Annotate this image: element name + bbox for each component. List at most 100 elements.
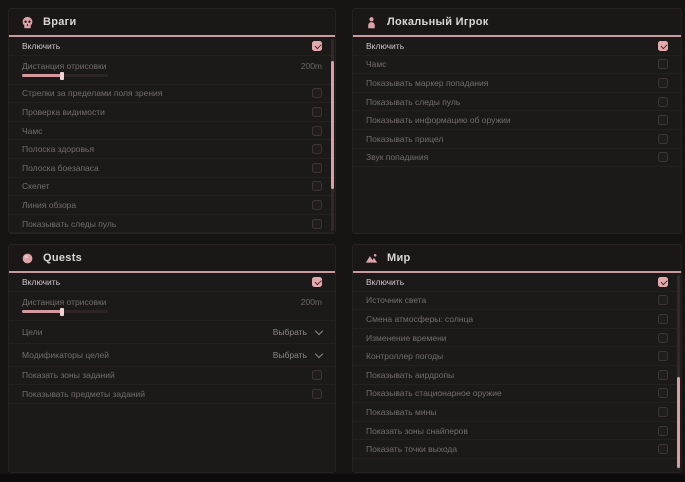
toggle-row[interactable]: Полоска здоровья (9, 140, 335, 159)
toggle-row[interactable]: Скелет (9, 178, 335, 197)
toggle-row[interactable]: Включить (9, 37, 335, 56)
panel-world: Мир Включить Источник света Смена атмосф… (352, 244, 682, 473)
toggle-row[interactable]: Показывать стационарное оружие (353, 385, 681, 404)
toggle-row[interactable]: Проверка видимости (9, 103, 335, 122)
toggle-row[interactable]: Включить (9, 273, 335, 292)
slider-handle[interactable] (60, 308, 64, 316)
checkbox[interactable] (658, 407, 668, 417)
checkbox[interactable] (312, 107, 322, 117)
dropdown-selected-value: Выбрать (273, 350, 307, 360)
toggle-row[interactable]: Показывать аирдропы (353, 366, 681, 385)
setting-label: Показать точки выхода (366, 444, 457, 454)
dropdown-row[interactable]: Цели Выбрать (9, 321, 335, 344)
dropdown-select[interactable]: Выбрать (273, 327, 322, 337)
toggle-row[interactable]: Показать зоны снайперов (353, 422, 681, 441)
panel-world-header: Мир (353, 245, 681, 273)
setting-label: Показать зоны заданий (22, 370, 115, 380)
panel-quests: Quests Включить Дистанция отрисовки 200m… (8, 244, 336, 473)
toggle-row[interactable]: Чамс (353, 56, 681, 75)
dropdown-selected-value: Выбрать (273, 327, 307, 337)
scrollbar-thumb[interactable] (331, 61, 334, 189)
checkbox[interactable] (312, 163, 322, 173)
checkbox[interactable] (312, 144, 322, 154)
toggle-row[interactable]: Показывать предметы заданий (9, 385, 335, 404)
toggle-row[interactable]: Источник света (353, 292, 681, 311)
checkbox[interactable] (312, 88, 322, 98)
toggle-row[interactable]: Стрелки за пределами поля зрения (9, 85, 335, 104)
toggle-row[interactable]: Показать точки выхода (353, 440, 681, 459)
checkbox[interactable] (658, 78, 668, 88)
toggle-row[interactable]: Включить (353, 37, 681, 56)
slider-row[interactable]: Дистанция отрисовки 200m (9, 292, 335, 321)
toggle-row[interactable]: Показывать информацию об оружии (353, 111, 681, 130)
panel-enemies: Враги Включить Дистанция отрисовки 200m … (8, 8, 336, 234)
setting-label: Показывать мины (366, 407, 436, 417)
toggle-row[interactable]: Показывать следы пуль (9, 215, 335, 233)
setting-label: Проверка видимости (22, 107, 105, 117)
slider[interactable] (22, 310, 108, 313)
checkbox[interactable] (658, 152, 668, 162)
panel-title: Враги (43, 16, 77, 28)
checkbox[interactable] (312, 277, 322, 287)
checkbox[interactable] (312, 181, 322, 191)
checkbox[interactable] (658, 277, 668, 287)
scrollbar-thumb[interactable] (677, 377, 680, 468)
toggle-row[interactable]: Показать зоны заданий (9, 367, 335, 386)
checkbox[interactable] (658, 314, 668, 324)
checkbox[interactable] (658, 444, 668, 454)
setting-label: Показывать прицел (366, 134, 443, 144)
setting-label: Чамс (366, 59, 387, 69)
checkbox[interactable] (658, 97, 668, 107)
toggle-row[interactable]: Чамс (9, 122, 335, 141)
checkbox[interactable] (312, 219, 322, 229)
dropdown-select[interactable]: Выбрать (273, 350, 322, 360)
panel-quests-header: Quests (9, 245, 335, 273)
checkbox[interactable] (312, 370, 322, 380)
dropdown-row[interactable]: Модификаторы целей Выбрать (9, 344, 335, 367)
checkbox[interactable] (658, 333, 668, 343)
toggle-row[interactable]: Полоска боезапаса (9, 159, 335, 178)
checkbox[interactable] (312, 126, 322, 136)
toggle-row[interactable]: Включить (353, 273, 681, 292)
panel-body: Включить Дистанция отрисовки 200m Цели В… (9, 273, 335, 472)
toggle-row[interactable]: Показывать следы пуль (353, 93, 681, 112)
checkbox[interactable] (658, 370, 668, 380)
checkbox[interactable] (658, 388, 668, 398)
setting-label: Цели (22, 327, 42, 337)
slider-row[interactable]: Дистанция отрисовки 200m (9, 56, 335, 85)
panel-body: Включить Источник света Смена атмосферы:… (353, 273, 681, 472)
toggle-row[interactable]: Смена атмосферы: солнца (353, 310, 681, 329)
chevron-down-icon (315, 326, 323, 334)
toggle-row[interactable]: Звук попадания (353, 149, 681, 168)
setting-label: Показывать следы пуль (22, 219, 116, 229)
checkbox[interactable] (658, 134, 668, 144)
toggle-row[interactable]: Изменение времени (353, 329, 681, 348)
toggle-row[interactable]: Показывать мины (353, 403, 681, 422)
checkbox[interactable] (658, 41, 668, 51)
slider-fill (22, 310, 62, 313)
mountains-icon (365, 252, 378, 265)
setting-label: Скелет (22, 181, 50, 191)
checkbox[interactable] (312, 389, 322, 399)
setting-label: Дистанция отрисовки (22, 297, 107, 307)
setting-label: Включить (22, 277, 60, 287)
setting-label: Показывать аирдропы (366, 370, 454, 380)
toggle-row[interactable]: Контроллер погоды (353, 347, 681, 366)
checkbox[interactable] (312, 200, 322, 210)
checkbox[interactable] (658, 426, 668, 436)
checkbox[interactable] (658, 59, 668, 69)
slider[interactable] (22, 74, 108, 77)
toggle-row[interactable]: Показывать маркер попадания (353, 74, 681, 93)
checkbox[interactable] (658, 115, 668, 125)
checkbox[interactable] (658, 295, 668, 305)
slider-handle[interactable] (60, 72, 64, 80)
checkbox[interactable] (312, 41, 322, 51)
toggle-row[interactable]: Показывать прицел (353, 130, 681, 149)
setting-label: Звук попадания (366, 152, 428, 162)
scrollbar-track[interactable] (677, 275, 680, 470)
checkbox[interactable] (658, 351, 668, 361)
setting-label: Показывать информацию об оружии (366, 115, 511, 125)
scrollbar-track[interactable] (331, 39, 334, 231)
toggle-row[interactable]: Линия обзора (9, 196, 335, 215)
bottom-bar (0, 474, 685, 482)
